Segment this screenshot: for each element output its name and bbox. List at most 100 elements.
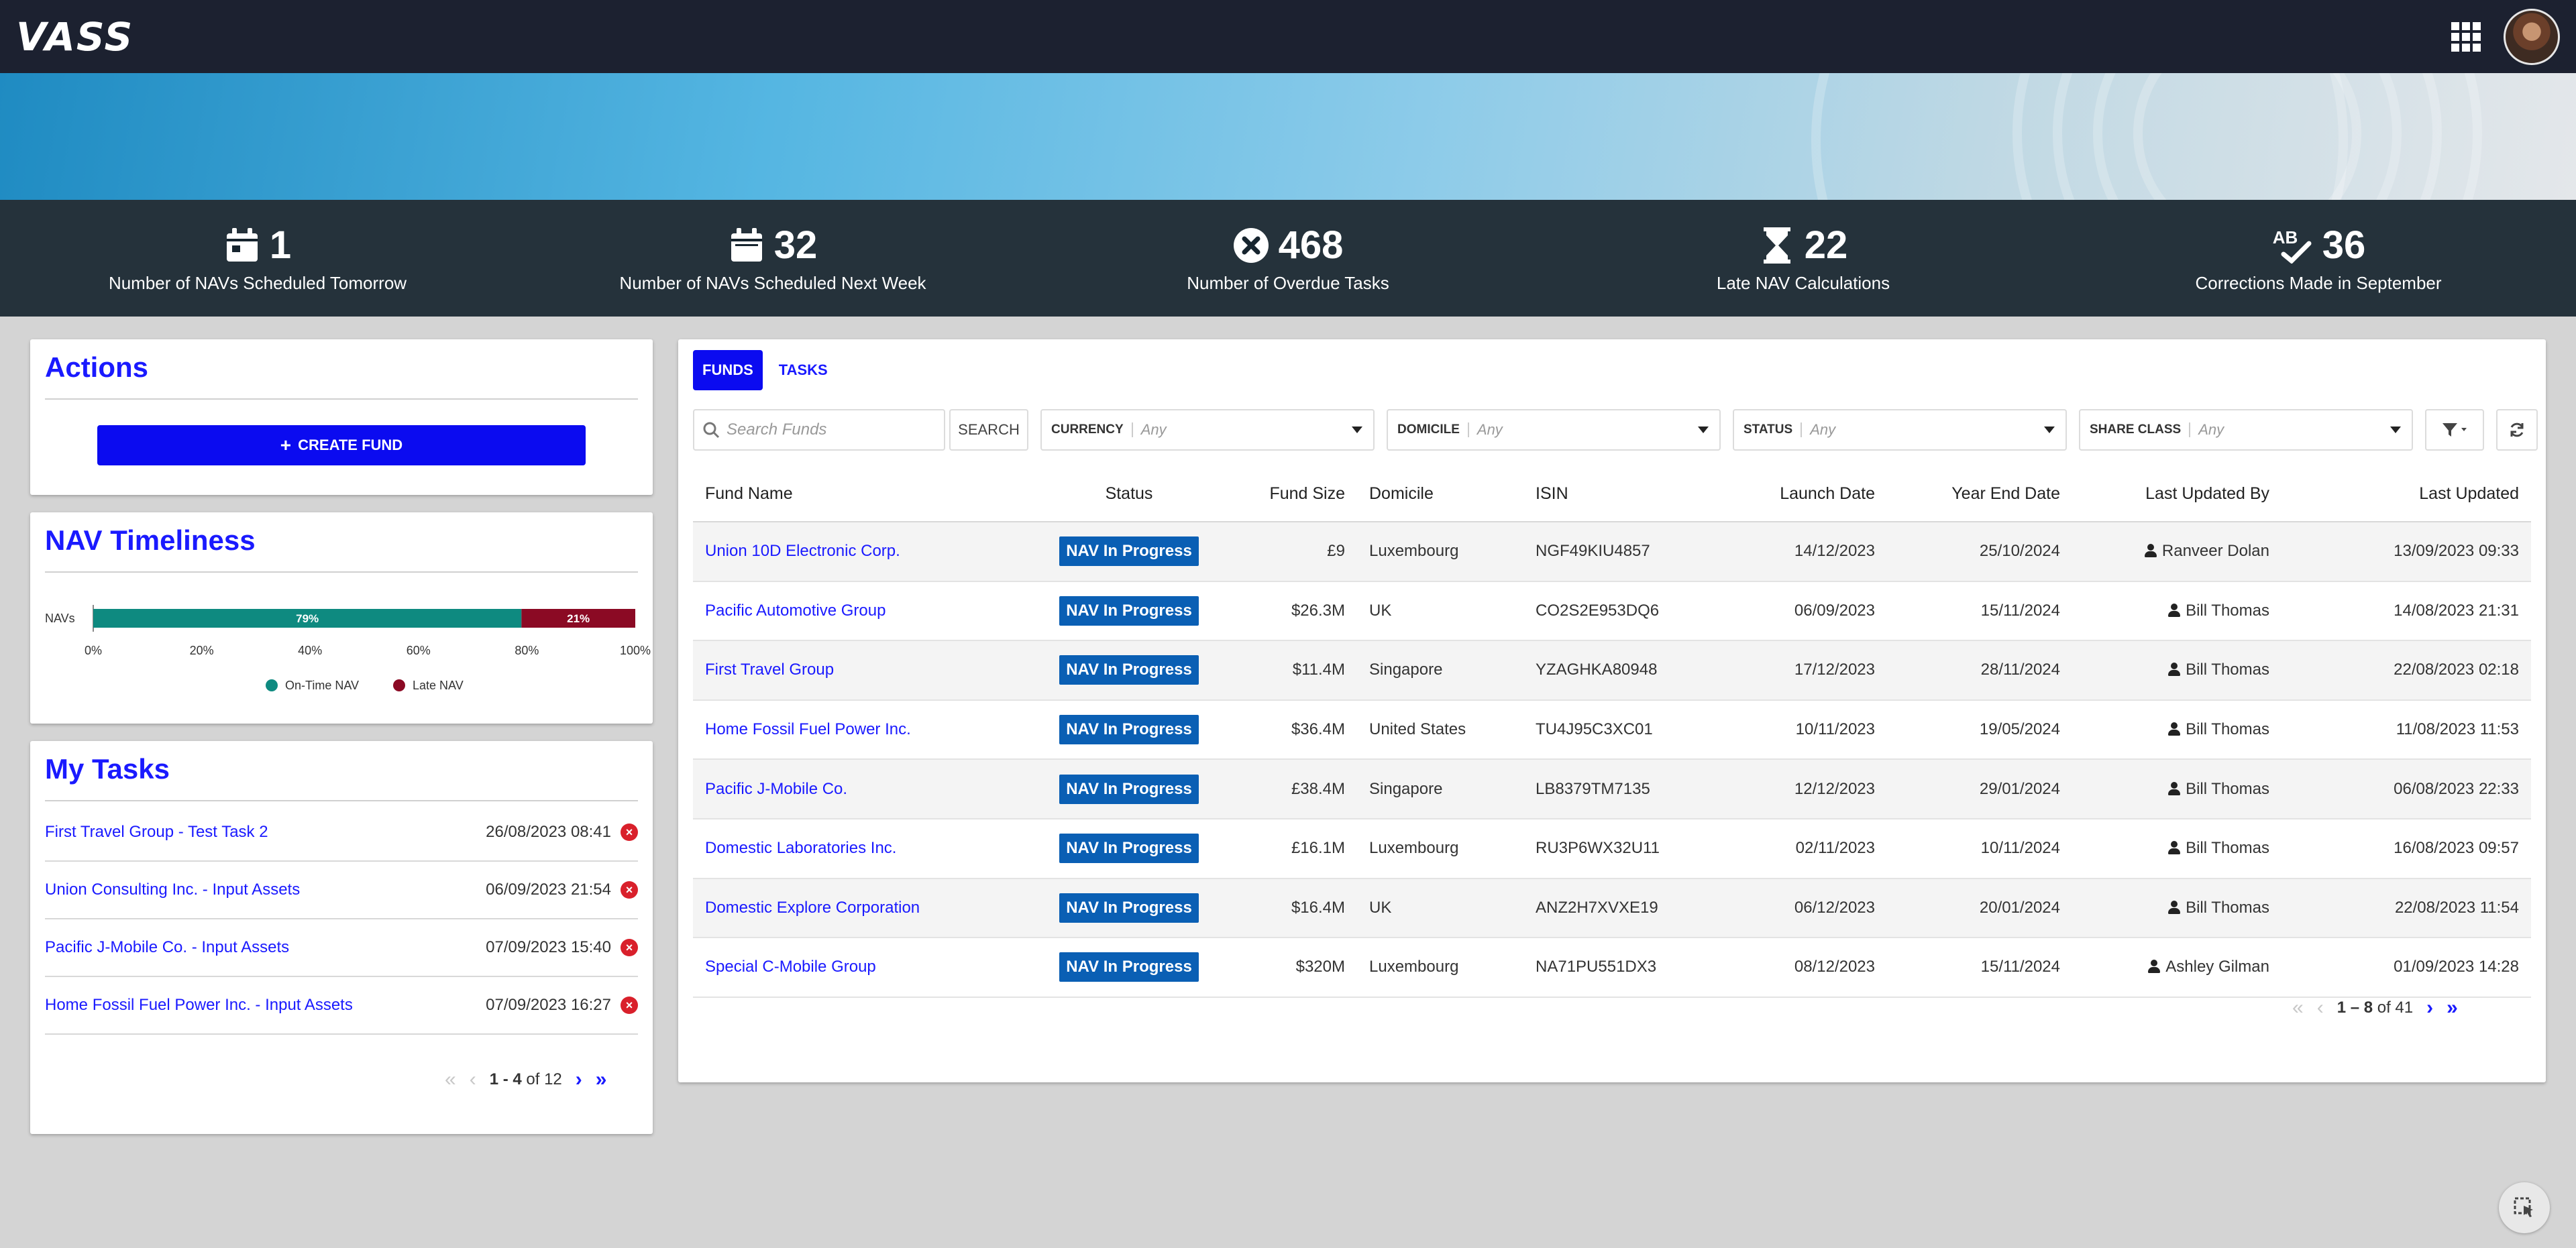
share-class-select[interactable]: SHARE CLASS Any (2079, 409, 2413, 451)
stat-navs-tomorrow: 1 Number of NAVs Scheduled Tomorrow (0, 200, 515, 317)
user-icon (2148, 960, 2161, 974)
search-input[interactable]: Search Funds (693, 409, 945, 451)
column-header[interactable]: Launch Date (1711, 467, 1887, 522)
remove-task-icon[interactable]: × (621, 881, 638, 899)
app-logo[interactable]: VASS (16, 14, 133, 60)
domicile-cell: Luxembourg (1357, 938, 1523, 998)
stat-value: 468 (1278, 223, 1344, 267)
status-select[interactable]: STATUS Any (1733, 409, 2067, 451)
stat-label: Number of NAVs Scheduled Tomorrow (108, 273, 407, 293)
select-cursor-button[interactable] (2499, 1182, 2550, 1233)
fund-size-cell: $36.4M (1223, 699, 1357, 760)
refresh-icon (2510, 422, 2524, 437)
column-header[interactable]: ISIN (1523, 467, 1711, 522)
status-cell: NAV In Progress (1035, 522, 1223, 582)
avatar[interactable] (2504, 8, 2560, 65)
launch-date-cell: 08/12/2023 (1711, 938, 1887, 998)
table-row[interactable]: Special C-Mobile Group NAV In Progress $32… (693, 938, 2531, 998)
task-row[interactable]: Home Fossil Fuel Power Inc. - Input Asse… (45, 977, 638, 1035)
currency-select[interactable]: CURRENCY Any (1040, 409, 1375, 451)
create-fund-label: CREATE FUND (298, 437, 403, 453)
apps-grid-icon[interactable] (2451, 21, 2481, 52)
task-link[interactable]: Home Fossil Fuel Power Inc. - Input Asse… (45, 996, 353, 1015)
next-page-icon[interactable]: › (576, 1068, 582, 1091)
table-row[interactable]: Domestic Explore Corporation NAV In Progr… (693, 878, 2531, 939)
chevron-down-icon (2044, 427, 2055, 433)
first-page-icon[interactable]: « (445, 1068, 456, 1091)
refresh-button[interactable] (2496, 409, 2538, 451)
fund-link[interactable]: Domestic Explore Corporation (705, 899, 920, 917)
remove-task-icon[interactable]: × (621, 824, 638, 841)
column-header[interactable]: Domicile (1357, 467, 1523, 522)
last-page-icon[interactable]: » (596, 1068, 607, 1091)
fund-link[interactable]: Special C-Mobile Group (705, 958, 876, 976)
status-badge: NAV In Progress (1059, 893, 1199, 923)
fund-link[interactable]: Union 10D Electronic Corp. (705, 542, 900, 560)
launch-date-cell: 14/12/2023 (1711, 522, 1887, 582)
stat-label: Number of Overdue Tasks (1187, 273, 1389, 293)
user-name: Ranveer Dolan (2161, 542, 2269, 561)
tab-funds[interactable]: FUNDS (693, 350, 763, 390)
table-row[interactable]: Domestic Laboratories Inc. NAV In Progres… (693, 818, 2531, 879)
chevron-down-icon (1352, 427, 1362, 433)
fund-link[interactable]: Pacific J-Mobile Co. (705, 780, 847, 798)
column-header[interactable]: Last Updated By (2072, 467, 2282, 522)
domicile-select[interactable]: DOMICILE Any (1387, 409, 1721, 451)
card-title: Actions (45, 351, 149, 383)
prev-page-icon[interactable]: ‹ (470, 1068, 476, 1091)
task-row[interactable]: First Travel Group - Test Task 2 26/08/2… (45, 804, 638, 862)
filter-button[interactable] (2425, 409, 2484, 451)
table-row[interactable]: Union 10D Electronic Corp. NAV In Progres… (693, 522, 2531, 582)
table-row[interactable]: Home Fossil Fuel Power Inc. NAV In Progre… (693, 699, 2531, 760)
year-end-date-cell: 15/11/2024 (1887, 938, 2072, 998)
search-button[interactable]: SEARCH (949, 409, 1028, 451)
isin-cell: ANZ2H7XVXE19 (1523, 878, 1711, 939)
filter-icon (2443, 423, 2467, 437)
create-fund-button[interactable]: + CREATE FUND (97, 425, 586, 465)
fund-link[interactable]: Domestic Laboratories Inc. (705, 839, 896, 857)
column-header[interactable]: Last Updated (2282, 467, 2531, 522)
page-range: 1 - 4 (489, 1070, 522, 1088)
column-header[interactable]: Fund Size (1223, 467, 1357, 522)
task-row[interactable]: Pacific J-Mobile Co. - Input Assets 07/0… (45, 919, 638, 977)
domicile-cell: United States (1357, 699, 1523, 760)
last-updated-cell: 06/08/2023 22:33 (2282, 759, 2531, 819)
last-updated-cell: 22/08/2023 02:18 (2282, 640, 2531, 701)
last-page-icon[interactable]: » (2447, 997, 2458, 1019)
table-header: Fund Name Status Fund Size Domicile ISIN… (693, 467, 2531, 522)
fund-link[interactable]: First Travel Group (705, 661, 834, 679)
last-updated-cell: 22/08/2023 11:54 (2282, 878, 2531, 939)
fund-size-cell: $320M (1223, 938, 1357, 998)
select-label: SHARE CLASS (2090, 422, 2191, 437)
column-header[interactable]: Year End Date (1887, 467, 2072, 522)
launch-date-cell: 17/12/2023 (1711, 640, 1887, 701)
first-page-icon[interactable]: « (2292, 997, 2304, 1019)
table-row[interactable]: Pacific Automotive Group NAV In Progress $… (693, 581, 2531, 642)
tab-tasks[interactable]: TASKS (769, 350, 837, 390)
table-row[interactable]: Pacific J-Mobile Co. NAV In Progress £38.4… (693, 759, 2531, 819)
table-row[interactable]: First Travel Group NAV In Progress $11.4M S… (693, 640, 2531, 701)
task-link[interactable]: Pacific J-Mobile Co. - Input Assets (45, 938, 289, 957)
launch-date-cell: 12/12/2023 (1711, 759, 1887, 819)
stat-late-nav: 22 Late NAV Calculations (1546, 200, 2061, 317)
remove-task-icon[interactable]: × (621, 939, 638, 956)
task-link[interactable]: Union Consulting Inc. - Input Assets (45, 881, 300, 899)
select-value: Any (1477, 421, 1503, 438)
column-header[interactable]: Fund Name (693, 467, 1035, 522)
x-tick-label: 100% (620, 644, 651, 657)
hero-banner (0, 73, 2576, 200)
fund-size-cell: £16.1M (1223, 818, 1357, 879)
fund-link[interactable]: Pacific Automotive Group (705, 602, 885, 620)
task-link[interactable]: First Travel Group - Test Task 2 (45, 823, 268, 842)
fund-link[interactable]: Home Fossil Fuel Power Inc. (705, 720, 911, 738)
legend-label: On-Time NAV (285, 679, 359, 692)
task-row[interactable]: Union Consulting Inc. - Input Assets 06/… (45, 862, 638, 919)
last-updated-cell: 01/09/2023 14:28 (2282, 938, 2531, 998)
user-name: Bill Thomas (2186, 601, 2269, 620)
page-info: 1 – 8 of 41 (2337, 999, 2413, 1017)
funds-card: FUNDS TASKS Search Funds SEARCH CURRENCY… (678, 339, 2546, 1082)
column-header[interactable]: Status (1035, 467, 1223, 522)
remove-task-icon[interactable]: × (621, 997, 638, 1014)
next-page-icon[interactable]: › (2426, 997, 2433, 1019)
prev-page-icon[interactable]: ‹ (2317, 997, 2324, 1019)
